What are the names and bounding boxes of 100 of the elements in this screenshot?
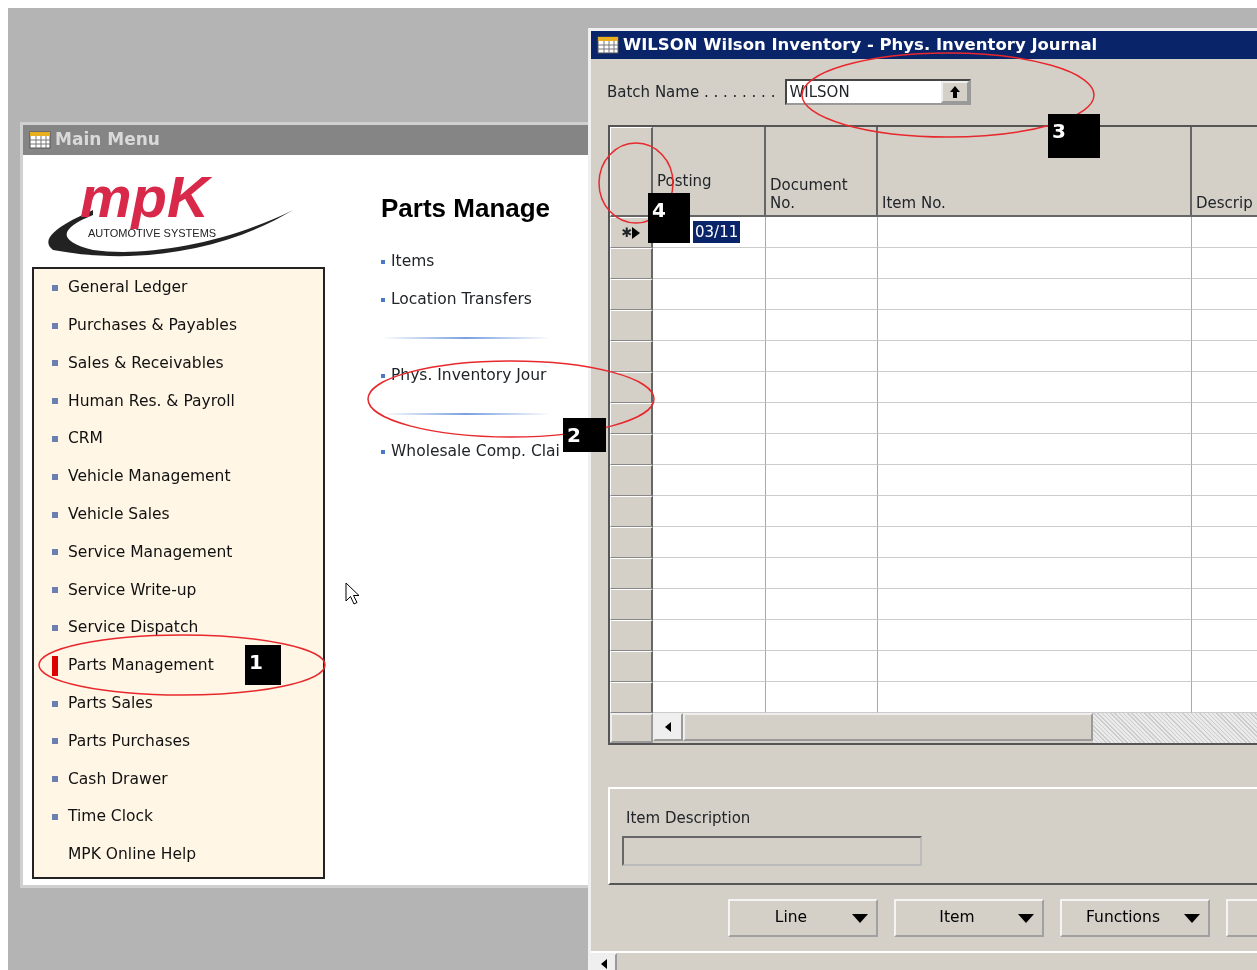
table-cell[interactable] <box>653 434 766 465</box>
menu-item[interactable]: Vehicle Sales <box>52 495 170 534</box>
table-cell[interactable] <box>653 496 766 527</box>
table-cell[interactable] <box>653 372 766 403</box>
table-cell[interactable] <box>878 651 1192 682</box>
table-cell[interactable]: 03/11 <box>693 220 741 244</box>
table-cell[interactable] <box>878 217 1192 248</box>
table-cell[interactable] <box>878 589 1192 620</box>
row-selector[interactable] <box>610 527 653 558</box>
row-selector[interactable] <box>610 558 653 589</box>
menu-item-label: Parts Sales <box>68 693 153 715</box>
table-cell[interactable] <box>878 372 1192 403</box>
table-cell[interactable] <box>878 496 1192 527</box>
annotation-number: 1 <box>245 645 281 685</box>
table-cell[interactable] <box>766 651 878 682</box>
row-selector[interactable] <box>610 589 653 620</box>
table-cell[interactable] <box>878 248 1192 279</box>
table-cell[interactable] <box>653 558 766 589</box>
menu-item[interactable]: Purchases & Payables <box>52 306 237 345</box>
menu-item[interactable]: Service Dispatch <box>52 609 199 647</box>
table-cell[interactable] <box>653 651 766 682</box>
table-cell[interactable] <box>766 558 878 589</box>
menu-link[interactable]: Location Transfers <box>381 281 560 319</box>
menu-item[interactable]: Service Write-up <box>52 571 197 610</box>
table-cell[interactable] <box>878 527 1192 558</box>
table-cell[interactable] <box>878 279 1192 310</box>
menu-item-label: MPK Online Help <box>68 844 197 866</box>
menu-item[interactable]: MPK Online Help <box>52 835 197 874</box>
table-cell[interactable] <box>653 248 766 279</box>
menu-link[interactable]: Wholesale Comp. Clai <box>381 433 560 471</box>
caret-icon <box>1018 913 1034 923</box>
row-selector[interactable] <box>610 651 653 682</box>
row-selector[interactable] <box>610 465 653 496</box>
menu-item[interactable]: General Ledger <box>52 269 188 307</box>
table-cell[interactable] <box>878 310 1192 341</box>
menu-item[interactable]: CRM <box>52 420 103 458</box>
table-cell[interactable] <box>653 589 766 620</box>
table-cell[interactable] <box>653 403 766 434</box>
menu-item[interactable]: Parts Management <box>52 646 214 685</box>
table-cell[interactable] <box>653 620 766 651</box>
row-selector[interactable] <box>610 682 653 713</box>
table-cell[interactable] <box>653 527 766 558</box>
menu-button[interactable]: Functions <box>1060 899 1210 937</box>
table-cell[interactable] <box>766 434 878 465</box>
table-cell[interactable] <box>878 620 1192 651</box>
table-cell[interactable] <box>766 403 878 434</box>
table-cell[interactable] <box>878 465 1192 496</box>
left-arrow-icon <box>601 959 607 969</box>
scroll-left-button[interactable] <box>653 713 683 741</box>
row-selector[interactable] <box>610 341 653 372</box>
table-cell[interactable] <box>766 527 878 558</box>
menu-item[interactable]: Cash Drawer <box>52 760 168 799</box>
table-cell[interactable] <box>766 279 878 310</box>
menu-item[interactable]: Human Res. & Payroll <box>52 382 235 421</box>
table-cell[interactable] <box>653 310 766 341</box>
table-cell[interactable] <box>766 465 878 496</box>
scroll-left-button[interactable] <box>591 953 617 970</box>
table-cell[interactable] <box>878 341 1192 372</box>
table-cell[interactable] <box>766 372 878 403</box>
row-selector[interactable] <box>610 434 653 465</box>
row-selector[interactable] <box>610 310 653 341</box>
menu-link[interactable]: Phys. Inventory Jour <box>381 357 560 395</box>
table-cell[interactable] <box>653 341 766 372</box>
row-selector[interactable] <box>610 248 653 279</box>
column-header[interactable]: Descrip <box>1192 127 1257 217</box>
menu-link-label: Phys. Inventory Jour <box>391 365 547 387</box>
table-cell[interactable] <box>878 434 1192 465</box>
row-selector[interactable] <box>610 372 653 403</box>
table-cell[interactable] <box>766 248 878 279</box>
table-cell[interactable] <box>766 310 878 341</box>
scrollbar-thumb[interactable] <box>683 713 1093 741</box>
table-cell[interactable] <box>766 217 878 248</box>
pointer-cursor-icon <box>345 582 359 606</box>
table-cell[interactable] <box>766 589 878 620</box>
item-description-field[interactable] <box>622 835 922 866</box>
lookup-button[interactable] <box>941 81 970 103</box>
table-cell[interactable] <box>878 403 1192 434</box>
menu-item[interactable]: Parts Sales <box>52 684 153 723</box>
menu-button[interactable]: Line <box>728 899 878 937</box>
table-cell[interactable] <box>766 341 878 372</box>
table-cell[interactable] <box>653 465 766 496</box>
table-cell[interactable] <box>653 279 766 310</box>
menu-item-label: Service Management <box>68 541 233 563</box>
menu-item-label: Service Write-up <box>68 579 197 601</box>
menu-item[interactable]: Service Management <box>52 533 233 572</box>
table-cell[interactable] <box>766 620 878 651</box>
row-selector[interactable] <box>610 403 653 434</box>
menu-item[interactable]: Vehicle Management <box>52 458 231 496</box>
menu-button[interactable]: Item <box>894 899 1044 937</box>
menu-item[interactable]: Parts Purchases <box>52 722 191 761</box>
table-cell[interactable] <box>878 558 1192 589</box>
menu-link[interactable]: Items <box>381 243 560 281</box>
menu-item[interactable]: Sales & Receivables <box>52 344 224 383</box>
row-selector[interactable] <box>610 496 653 527</box>
column-header[interactable]: Document No. <box>766 127 878 217</box>
row-selector[interactable] <box>610 620 653 651</box>
menu-link-label: Location Transfers <box>391 289 532 311</box>
row-selector[interactable] <box>610 279 653 310</box>
menu-item[interactable]: Time Clock <box>52 798 153 836</box>
table-cell[interactable] <box>766 496 878 527</box>
